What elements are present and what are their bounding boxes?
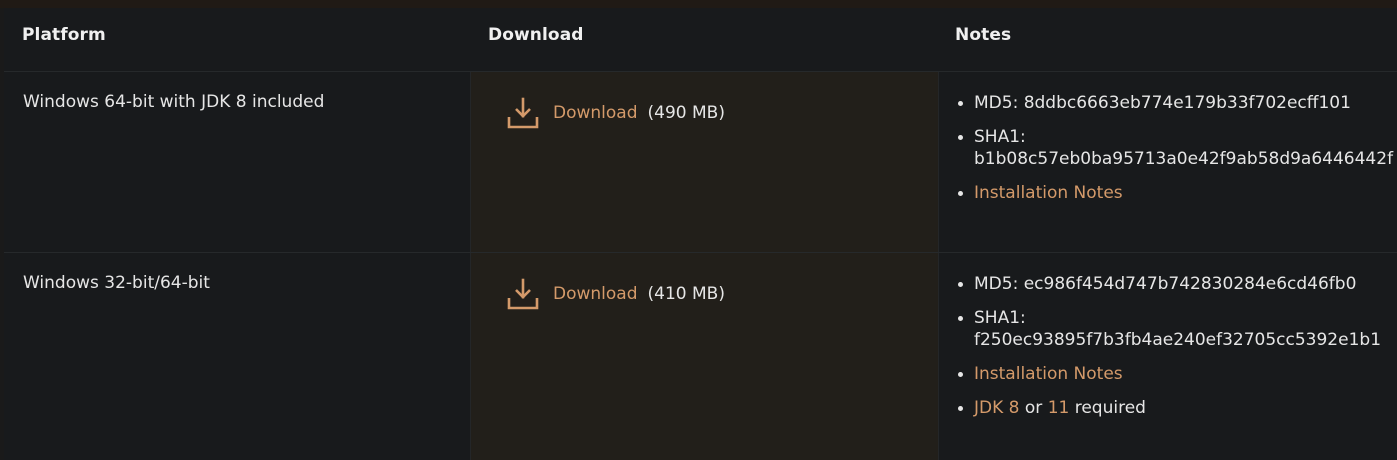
sha1-label: SHA1: <box>974 127 1026 147</box>
sha1-label: SHA1: <box>974 308 1026 328</box>
download-link[interactable]: Download <box>553 284 638 304</box>
download-cell: Download (410 MB) <box>470 253 939 460</box>
installation-notes-link[interactable]: Installation Notes <box>974 183 1123 203</box>
header-download: Download <box>488 25 584 45</box>
table-row: Windows 64-bit with JDK 8 included Downl… <box>4 72 1397 253</box>
download-item: Download (490 MB) <box>507 97 725 129</box>
notes-list: MD5: 8ddbc6663eb774e179b33f702ecff101 SH… <box>955 92 1395 216</box>
jdk8-link[interactable]: JDK 8 <box>974 398 1019 418</box>
installation-notes-link[interactable]: Installation Notes <box>974 364 1123 384</box>
platform-label: Windows 64-bit with JDK 8 included <box>23 92 325 112</box>
downloads-table: Platform Download Notes Windows 64-bit w… <box>4 8 1397 460</box>
jdk11-link[interactable]: 11 <box>1048 398 1070 418</box>
installation-notes-item: Installation Notes <box>955 182 1395 204</box>
top-strip <box>0 0 1397 8</box>
platform-label: Windows 32-bit/64-bit <box>23 273 210 293</box>
or-text: or <box>1024 398 1043 418</box>
required-text: required <box>1074 398 1146 418</box>
table-header: Platform Download Notes <box>4 8 1397 72</box>
notes-list: MD5: ec986f454d747b742830284e6cd46fb0 SH… <box>955 273 1395 431</box>
installation-notes-item: Installation Notes <box>955 363 1395 385</box>
md5-hash: MD5: 8ddbc6663eb774e179b33f702ecff101 <box>955 92 1395 114</box>
download-icon[interactable] <box>507 278 539 310</box>
download-cell: Download (490 MB) <box>470 72 939 252</box>
jdk-requirement: JDK 8 or 11 required <box>955 397 1395 419</box>
header-notes: Notes <box>955 25 1012 45</box>
sha1-hash: SHA1: b1b08c57eb0ba95713a0e42f9ab58d9a64… <box>955 126 1395 170</box>
md5-hash: MD5: ec986f454d747b742830284e6cd46fb0 <box>955 273 1395 295</box>
sha1-hash: SHA1: f250ec93895f7b3fb4ae240ef32705cc53… <box>955 307 1395 351</box>
download-item: Download (410 MB) <box>507 278 725 310</box>
sha1-value: f250ec93895f7b3fb4ae240ef32705cc5392e1b1 <box>974 330 1382 350</box>
download-icon[interactable] <box>507 97 539 129</box>
file-size: (410 MB) <box>647 284 725 304</box>
download-link[interactable]: Download <box>553 103 638 123</box>
header-platform: Platform <box>22 25 106 45</box>
table-row: Windows 32-bit/64-bit Download (410 MB) … <box>4 253 1397 460</box>
file-size: (490 MB) <box>647 103 725 123</box>
sha1-value: b1b08c57eb0ba95713a0e42f9ab58d9a6446442f <box>974 149 1394 169</box>
